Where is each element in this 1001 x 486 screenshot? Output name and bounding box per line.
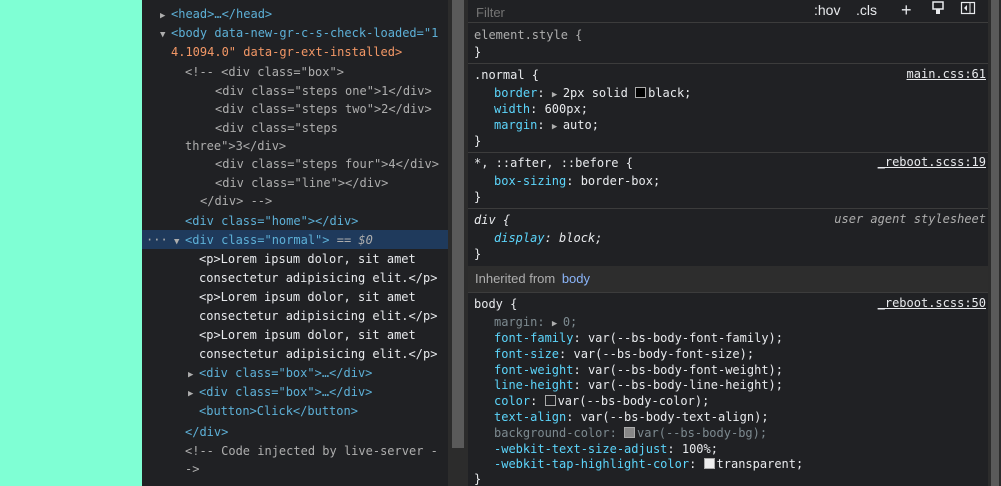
dom-node-head[interactable]: ▶ <head>…</head> — [160, 5, 272, 24]
dom-comment-line: <div class="steps — [215, 121, 338, 135]
color-swatch[interactable] — [635, 87, 647, 98]
new-style-rule-button[interactable]: + — [901, 0, 912, 22]
style-prop-font-family[interactable]: font-family: var(--bs-body-font-family); — [494, 330, 783, 346]
dom-comment-line: <div class="steps four">4</div> — [215, 157, 439, 171]
scrollbar-thumb[interactable] — [452, 0, 464, 448]
rule-divider — [468, 292, 988, 293]
inherited-node-link[interactable]: body — [562, 271, 590, 286]
border-value-color: black; — [648, 86, 692, 100]
dom-node-p[interactable]: <p>Lorem ipsum dolor, sit amet — [199, 250, 416, 269]
collapse-triangle-icon[interactable]: ▼ — [160, 26, 171, 45]
dom-node-home[interactable]: <div class="home"></div> — [185, 212, 358, 231]
color-swatch[interactable] — [544, 395, 556, 406]
dom-comment-line: -> — [185, 462, 200, 476]
style-prop-tap-highlight[interactable]: -webkit-tap-highlight-color: transparent… — [494, 456, 803, 472]
dom-node-p[interactable]: <p>Lorem ipsum dolor, sit amet — [199, 288, 416, 307]
style-prop-color[interactable]: color: var(--bs-body-color); — [494, 393, 709, 409]
rule-divider — [468, 63, 988, 64]
styles-scrollbar[interactable] — [988, 0, 1001, 486]
dom-comment-live-server[interactable]: <!-- Code injected by live-server - — [185, 442, 438, 461]
rule-close: } — [474, 247, 482, 261]
styles-filter-input[interactable] — [468, 0, 808, 24]
dom-comment-line: <div class="steps two">2</div> — [215, 102, 432, 116]
class-toggle-button[interactable]: .cls — [856, 0, 877, 22]
collapse-triangle-icon[interactable]: ▼ — [174, 233, 185, 252]
rule-divider — [468, 208, 988, 209]
dom-comment-line: three">3</div> — [185, 139, 287, 153]
style-prop-margin[interactable]: margin: ▶ auto; — [494, 117, 599, 133]
style-prop-font-size[interactable]: font-size: var(--bs-body-font-size); — [494, 346, 754, 362]
dom-node-body-attrs[interactable]: 4.1094.0" data-gr-ext-installed> — [171, 43, 402, 62]
color-swatch[interactable] — [703, 458, 715, 469]
rule-close: } — [474, 472, 482, 486]
rule-close: } — [474, 190, 482, 204]
rule-close: } — [474, 134, 482, 148]
style-prop-box-sizing[interactable]: box-sizing: border-box; — [494, 173, 660, 189]
styles-pane[interactable]: :hov .cls + element.style { } .normal { … — [468, 0, 988, 486]
style-prop-background-color[interactable]: background-color: var(--bs-body-bg); — [494, 425, 767, 441]
elements-scrollbar[interactable] — [448, 0, 468, 486]
dom-comment[interactable]: <!-- <div class="box"> — [185, 63, 344, 82]
inherited-from-header: Inherited from body — [468, 266, 988, 292]
source-link-main-css[interactable]: main.css:61 — [907, 67, 986, 81]
inherited-label: Inherited from — [475, 271, 556, 286]
expand-shorthand-icon[interactable]: ▶ — [552, 119, 563, 135]
dom-node-p-text[interactable]: consectetur adipisicing elit.</p> — [199, 307, 437, 326]
dom-node-p[interactable]: <p>Lorem ipsum dolor, sit amet — [199, 326, 416, 345]
paint-bucket-icon[interactable] — [930, 0, 946, 22]
border-value-prefix: 2px solid — [562, 86, 636, 100]
dom-node-box[interactable]: ▶ <div class="box">…</div> — [188, 364, 372, 383]
dom-comment-line: </div> --> — [200, 194, 273, 208]
dom-node-box[interactable]: ▶ <div class="box">…</div> — [188, 383, 372, 402]
rule-selector-div[interactable]: div { — [474, 212, 510, 228]
toggle-sidebar-icon[interactable] — [960, 0, 976, 22]
styles-filter-bar: :hov .cls + — [468, 0, 988, 24]
rule-selector-element-style[interactable]: element.style { — [474, 27, 582, 43]
rule-divider — [468, 152, 988, 153]
source-link-reboot-19[interactable]: _reboot.scss:19 — [878, 155, 986, 169]
expand-triangle-icon[interactable]: ▶ — [188, 385, 199, 404]
style-prop-display[interactable]: display: block; — [494, 230, 602, 246]
rule-selector-universal[interactable]: *, ::after, ::before { — [474, 155, 633, 171]
dom-node-body[interactable]: ▼ <body data-new-gr-c-s-check-loaded="1 — [160, 24, 438, 43]
style-prop-line-height[interactable]: line-height: var(--bs-body-line-height); — [494, 377, 783, 393]
dom-comment-line: <div class="line"></div> — [215, 176, 389, 190]
rule-close: } — [474, 45, 482, 59]
dom-node-normal[interactable]: ▼ <div class="normal"> == $0 — [174, 231, 373, 250]
source-link-reboot-50[interactable]: _reboot.scss:50 — [878, 296, 986, 310]
dom-node-p-text[interactable]: consectetur adipisicing elit.</p> — [199, 345, 437, 364]
dom-node-close-div[interactable]: </div> — [185, 423, 228, 442]
style-prop-text-align[interactable]: text-align: var(--bs-body-text-align); — [494, 409, 769, 425]
page-viewport — [0, 0, 142, 486]
hover-state-button[interactable]: :hov — [814, 0, 840, 22]
dom-node-button[interactable]: <button>Click</button> — [199, 402, 358, 421]
dom-comment-line: <div class="steps one">1</div> — [215, 84, 432, 98]
style-prop-border[interactable]: border: ▶ 2px solid black; — [494, 85, 691, 101]
style-prop-width[interactable]: width: 600px; — [494, 101, 588, 117]
scrollbar-thumb[interactable] — [991, 0, 999, 486]
style-prop-text-size-adjust[interactable]: -webkit-text-size-adjust: 100%; — [494, 441, 718, 457]
user-agent-label: user agent stylesheet — [834, 212, 986, 226]
color-swatch[interactable] — [624, 427, 636, 438]
rule-selector-body[interactable]: body { — [474, 296, 517, 312]
style-prop-margin-inherited[interactable]: margin: ▶ 0; — [494, 314, 577, 330]
dom-node-p-text[interactable]: consectetur adipisicing elit.</p> — [199, 269, 437, 288]
rule-selector-normal[interactable]: .normal { — [474, 67, 539, 83]
style-prop-font-weight[interactable]: font-weight: var(--bs-body-font-weight); — [494, 362, 783, 378]
more-options-icon[interactable]: ··· — [146, 231, 168, 250]
elements-panel[interactable]: ▶ <head>…</head> ▼ <body data-new-gr-c-s-c… — [142, 0, 448, 486]
